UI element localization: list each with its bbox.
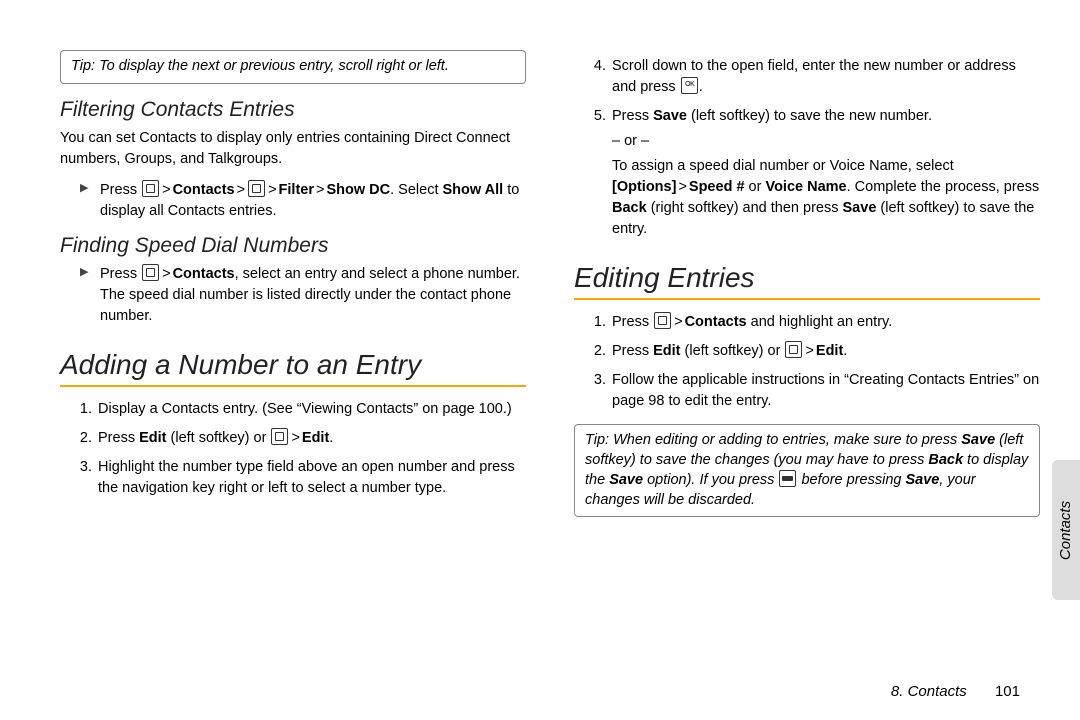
heading-adding-number: Adding a Number to an Entry <box>60 349 526 381</box>
menu-key-icon <box>142 264 159 281</box>
ok-key-icon <box>681 77 698 94</box>
menu-key-icon <box>271 428 288 445</box>
step-edit-1: Press >Contacts and highlight an entry. <box>610 312 1040 333</box>
footer-section: 8. Contacts <box>891 683 967 700</box>
step-add-1: Display a Contacts entry. (See “Viewing … <box>96 399 526 420</box>
tip-box-scroll: Tip: To display the next or previous ent… <box>60 50 526 84</box>
tip-label: Tip: <box>71 58 95 74</box>
page-number: 101 <box>995 683 1020 700</box>
tip-label: Tip: <box>585 432 609 448</box>
heading-filtering: Filtering Contacts Entries <box>60 98 526 122</box>
step-add-3: Highlight the number type field above an… <box>96 457 526 499</box>
menu-key-icon <box>248 180 265 197</box>
end-key-icon <box>779 470 796 487</box>
step-add-4: Scroll down to the open field, enter the… <box>610 56 1040 98</box>
tip-box-save: Tip: When editing or adding to entries, … <box>574 424 1040 517</box>
heading-editing-entries: Editing Entries <box>574 262 1040 294</box>
step-add-5: Press Save (left softkey) to save the ne… <box>610 106 1040 240</box>
step-edit-3: Follow the applicable instructions in “C… <box>610 370 1040 412</box>
section-tab: Contacts <box>1052 460 1080 600</box>
left-column: Tip: To display the next or previous ent… <box>60 50 526 531</box>
section-tab-label: Contacts <box>1058 500 1075 559</box>
divider <box>574 298 1040 300</box>
bullet-speed-dial: Press >Contacts, select an entry and sel… <box>100 264 526 327</box>
page-footer: 8. Contacts 101 <box>891 683 1020 700</box>
step-edit-2: Press Edit (left softkey) or >Edit. <box>610 341 1040 362</box>
tip-text: To display the next or previous entry, s… <box>95 58 449 74</box>
bullet-filter: Press >Contacts>>Filter>Show DC. Select … <box>100 180 526 222</box>
para-filtering: You can set Contacts to display only ent… <box>60 128 526 170</box>
step-add-2: Press Edit (left softkey) or >Edit. <box>96 428 526 449</box>
right-column: Scroll down to the open field, enter the… <box>574 50 1040 531</box>
menu-key-icon <box>785 341 802 358</box>
divider <box>60 385 526 387</box>
heading-speed-dial: Finding Speed Dial Numbers <box>60 234 526 258</box>
menu-key-icon <box>142 180 159 197</box>
menu-key-icon <box>654 312 671 329</box>
